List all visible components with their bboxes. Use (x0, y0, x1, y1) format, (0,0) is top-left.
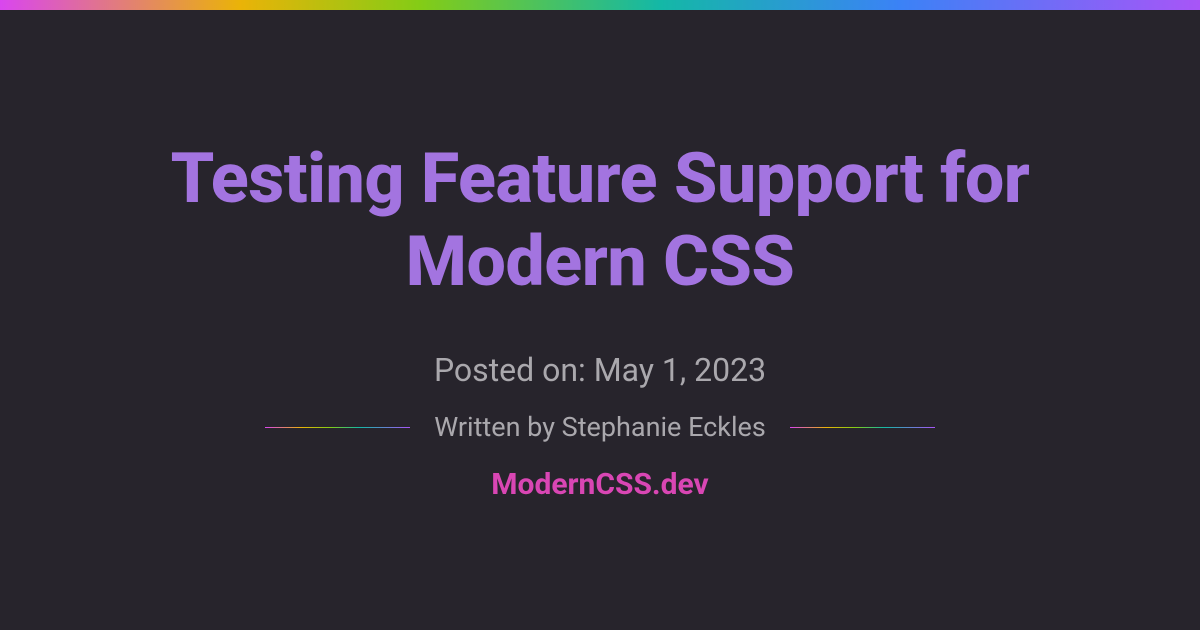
card-content: Testing Feature Support for Modern CSS P… (0, 10, 1200, 630)
author-text: Written by Stephanie Eckles (434, 411, 766, 443)
rainbow-rule-right (790, 427, 935, 428)
rainbow-rule-left (265, 427, 410, 428)
page-title: Testing Feature Support for Modern CSS (60, 138, 1140, 303)
rainbow-top-bar (0, 0, 1200, 10)
author-line: Written by Stephanie Eckles (265, 411, 935, 443)
site-name: ModernCSS.dev (491, 467, 708, 502)
posted-date: Posted on: May 1, 2023 (434, 351, 766, 389)
